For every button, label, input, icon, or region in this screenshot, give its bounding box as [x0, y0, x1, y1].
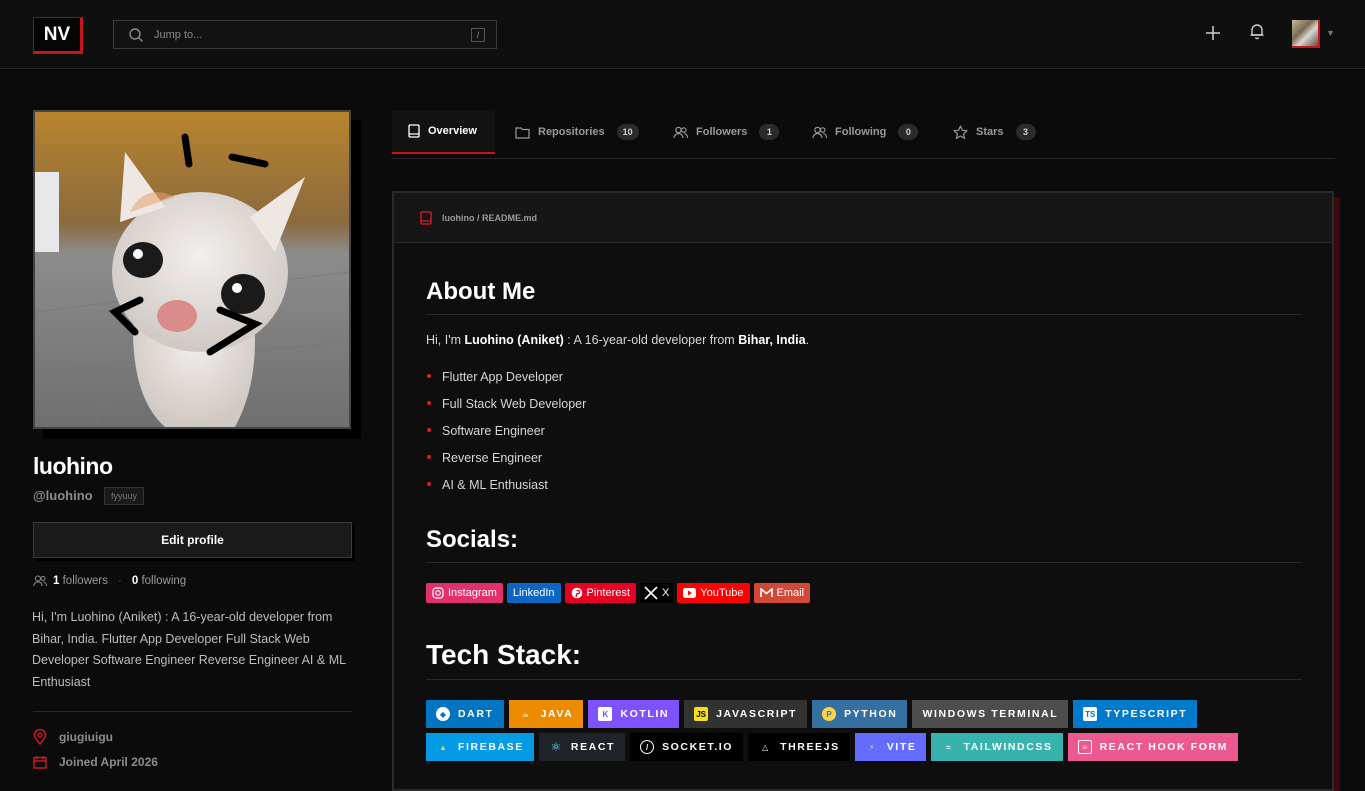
- separator-dot: ·: [118, 575, 122, 587]
- list-item: Software Engineer: [426, 417, 1302, 444]
- x-logo-icon: [644, 586, 658, 600]
- react-hook-form-badge[interactable]: ≡ REACT HOOK FORM: [1067, 733, 1239, 761]
- tab-followers[interactable]: Followers 1: [673, 110, 780, 154]
- threejs-badge[interactable]: △ THREEJS: [748, 733, 850, 761]
- windows-terminal-badge[interactable]: WINDOWS TERMINAL: [912, 700, 1069, 728]
- socials-heading: Socials:: [426, 526, 1302, 563]
- pinterest-icon: [571, 587, 582, 599]
- dart-icon: ◆: [436, 707, 450, 721]
- plus-icon[interactable]: [1202, 22, 1224, 44]
- about-heading: About Me: [426, 278, 1302, 315]
- socials-badges: Instagram LinkedIn Pinterest X YouTube E…: [426, 583, 1302, 603]
- kotlin-icon: K: [598, 707, 613, 721]
- instagram-badge[interactable]: Instagram: [426, 583, 503, 603]
- location-row: giugiuigu: [33, 729, 113, 745]
- youtube-icon: [683, 588, 697, 598]
- intro-paragraph: Hi, I'm Luohino (Aniket) : A 16-year-old…: [426, 333, 810, 347]
- book-icon: [420, 210, 432, 225]
- readme-card: luohino / README.md About Me Hi, I'm Luo…: [392, 191, 1334, 791]
- profile-handle: @luohino: [33, 488, 93, 503]
- typescript-icon: TS: [1083, 707, 1098, 721]
- site-logo[interactable]: NV: [33, 17, 83, 54]
- java-badge[interactable]: ☕ JAVA: [508, 700, 584, 728]
- pronouns-badge: fyyuuy: [104, 487, 145, 505]
- javascript-badge[interactable]: JS JAVASCRIPT: [684, 700, 808, 728]
- profile-tabs: Overview Repositories 10 Followers 1 Follo…: [392, 110, 1335, 159]
- kotlin-badge[interactable]: K KOTLIN: [588, 700, 680, 728]
- follow-stats: 1 followers · 0 following: [33, 575, 186, 587]
- list-item: AI & ML Enthusiast: [426, 471, 1302, 498]
- dart-badge[interactable]: ◆ DART: [426, 700, 504, 728]
- profile-bio: Hi, I'm Luohino (Aniket) : A 16-year-old…: [32, 610, 346, 689]
- folder-icon: [515, 126, 530, 139]
- location-text: giugiuigu: [59, 730, 113, 744]
- people-icon: [812, 126, 827, 138]
- search-input[interactable]: [154, 28, 454, 41]
- instagram-icon: [432, 587, 444, 599]
- book-icon: [408, 124, 420, 138]
- gmail-icon: [759, 588, 773, 597]
- search-box[interactable]: /: [113, 20, 497, 49]
- bell-icon[interactable]: [1246, 20, 1268, 42]
- pinterest-badge[interactable]: Pinterest: [564, 583, 636, 603]
- vite-badge[interactable]: ⚡ VITE: [854, 733, 927, 761]
- followers-link[interactable]: 1 followers: [53, 575, 108, 587]
- profile-avatar: [33, 110, 351, 429]
- tab-overview[interactable]: Overview: [392, 110, 495, 154]
- tab-repositories[interactable]: Repositories 10: [515, 110, 639, 154]
- readme-header: luohino / README.md: [394, 193, 1332, 243]
- search-icon: [129, 27, 143, 42]
- list-item: Full Stack Web Developer: [426, 390, 1302, 417]
- people-icon: [33, 575, 47, 587]
- react-hook-form-icon: ≡: [1077, 740, 1092, 754]
- tech-heading: Tech Stack:: [426, 639, 1302, 680]
- vite-icon: ⚡: [868, 742, 875, 752]
- following-link[interactable]: 0 following: [132, 575, 186, 587]
- list-item: Reverse Engineer: [426, 444, 1302, 471]
- python-badge[interactable]: P PYTHON: [812, 700, 908, 728]
- divider: [33, 711, 352, 712]
- people-icon: [673, 126, 688, 138]
- react-icon: ⚛: [550, 740, 562, 754]
- tab-following[interactable]: Following 0: [812, 110, 919, 154]
- readme-body: About Me Hi, I'm Luohino (Aniket) : A 16…: [426, 253, 1302, 761]
- typescript-badge[interactable]: TS TYPESCRIPT: [1073, 700, 1198, 728]
- socketio-badge[interactable]: / SOCKET.IO: [630, 733, 744, 761]
- socketio-icon: /: [640, 740, 655, 754]
- search-shortcut-key: /: [471, 28, 485, 42]
- firebase-badge[interactable]: ▲ FIREBASE: [426, 733, 534, 761]
- threejs-icon: △: [761, 742, 769, 752]
- list-item: Flutter App Developer: [426, 363, 1302, 390]
- tailwind-icon: ≈: [946, 742, 951, 752]
- youtube-badge[interactable]: YouTube: [677, 583, 750, 603]
- python-icon: P: [822, 707, 837, 721]
- readme-path[interactable]: luohino / README.md: [442, 213, 537, 223]
- location-pin-icon: [33, 729, 47, 745]
- javascript-icon: JS: [694, 707, 709, 721]
- react-badge[interactable]: ⚛ REACT: [538, 733, 626, 761]
- linkedin-badge[interactable]: LinkedIn: [506, 583, 561, 603]
- java-icon: ☕: [521, 709, 530, 719]
- top-header: NV / ▼: [0, 0, 1365, 69]
- edit-profile-button[interactable]: Edit profile: [33, 522, 352, 558]
- profile-display-name: luohino: [33, 453, 113, 479]
- firebase-icon: ▲: [439, 742, 447, 752]
- skills-list: Flutter App Developer Full Stack Web Dev…: [426, 363, 1302, 498]
- chevron-down-icon[interactable]: ▼: [1326, 28, 1335, 38]
- star-icon: [953, 124, 968, 139]
- tailwindcss-badge[interactable]: ≈ TAILWINDCSS: [931, 733, 1063, 761]
- x-badge[interactable]: X: [639, 583, 674, 603]
- tab-stars[interactable]: Stars 3: [953, 110, 1036, 154]
- tech-stack-badges: ◆ DART ☕ JAVA K KOTLIN JS JAVASCRIPT P PYTHON…: [426, 700, 1306, 761]
- user-avatar-menu[interactable]: [1292, 20, 1320, 48]
- email-badge[interactable]: Email: [753, 583, 811, 603]
